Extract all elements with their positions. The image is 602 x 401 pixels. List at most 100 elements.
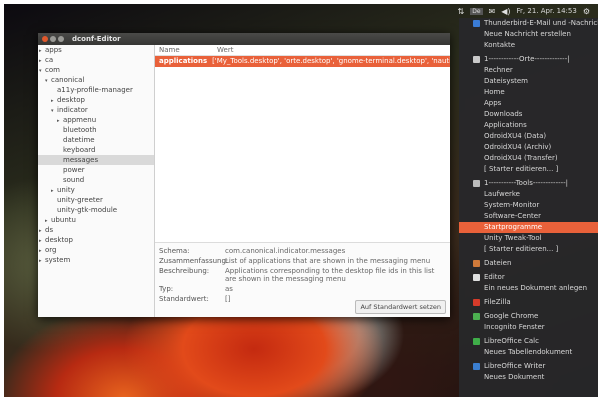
menu-item[interactable]: Startprogramme [459,222,598,233]
mail-icon[interactable]: ✉ [489,7,496,16]
menu-item-label: FileZilla [484,298,511,306]
menu-item[interactable]: Neues Dokument [459,372,598,383]
menu-item-label: Rechner [484,66,513,74]
menu-item-label: 1-----------Tools-------------| [484,179,569,187]
menu-item-label: Editor [484,273,505,281]
menu-item-label: Neue Nachricht erstellen [484,30,571,38]
gear-icon[interactable]: ⚙ [583,7,590,16]
column-name[interactable]: Name [155,45,217,55]
writer-icon [473,363,480,370]
clock[interactable]: Fr, 21. Apr. 14:53 [517,7,577,15]
key-panel: Name Wert applications ['My_Tools.deskto… [155,45,450,317]
schema-value: com.canonical.indicator.messages [225,247,346,255]
tree-item-canonical[interactable]: ▾ canonical [38,75,154,85]
tree-item-unity-greeter[interactable]: unity-greeter [38,195,154,205]
menu-item[interactable]: Rechner [459,65,598,76]
menu-item[interactable]: LibreOffice Calc [459,336,598,347]
menu-item[interactable]: Software-Center [459,211,598,222]
menu-item-label: Neues Dokument [484,373,545,381]
tree-item-sound[interactable]: sound [38,175,154,185]
menu-item[interactable]: Dateien [459,258,598,269]
tree-item-desktop[interactable]: ▸ desktop [38,95,154,105]
menu-item[interactable]: FileZilla [459,297,598,308]
tree-item-unity-gtk-module[interactable]: unity-gtk-module [38,205,154,215]
menu-item-label: Laufwerke [484,190,520,198]
tree-item-indicator[interactable]: ▾ indicator [38,105,154,115]
tree-item-bluetooth[interactable]: bluetooth [38,125,154,135]
dconf-editor-window: dconf-Editor ▸ apps ▸ ca ▾ com ▾ canonical a11y-… [38,33,450,317]
menu-item-label: OdroidXU4 (Archiv) [484,143,552,151]
tree-item-keyboard[interactable]: keyboard [38,145,154,155]
tree-item-messages[interactable]: messages [38,155,154,165]
volume-icon[interactable]: ◀) [501,7,510,16]
menu-item[interactable]: OdroidXU4 (Transfer) [459,153,598,164]
menu-item[interactable]: System-Monitor [459,200,598,211]
menu-item[interactable]: OdroidXU4 (Data) [459,131,598,142]
schema-label: Schema: [159,247,190,255]
menu-item-label: Unity Tweak-Tool [484,234,542,242]
tree-item-org[interactable]: ▸ org [38,245,154,255]
menu-item[interactable]: Home [459,87,598,98]
tree-item-a11y-profile-manager[interactable]: a11y-profile-manager [38,85,154,95]
menu-item-label: System-Monitor [484,201,540,209]
reset-default-button[interactable]: Auf Standardwert setzen [355,300,446,314]
monitor-icon [473,180,480,187]
tree-item-system[interactable]: ▸ system [38,255,154,265]
tree-item-ds[interactable]: ▸ ds [38,225,154,235]
menu-item-label: [ Starter editieren... ] [484,245,559,253]
menu-item-label: Thunderbird-E-Mail und -Nachrichten [484,19,598,27]
tree-item-label: ca [45,56,54,64]
maximize-icon[interactable] [58,36,64,42]
menu-item-label: Kontakte [484,41,516,49]
network-icon[interactable]: ⇅ [458,7,465,16]
menu-item[interactable]: Neue Nachricht erstellen [459,29,598,40]
menu-item[interactable]: Applications [459,120,598,131]
menu-item[interactable]: Neues Tabellendokument [459,347,598,358]
menu-item[interactable]: Kontakte [459,40,598,51]
menu-item[interactable]: Ein neues Dokument anlegen [459,283,598,294]
menu-item[interactable]: Editor [459,272,598,283]
tree-item-label: com [45,66,60,74]
menu-item[interactable]: Apps [459,98,598,109]
menu-item-label: LibreOffice Writer [484,362,546,370]
menu-item[interactable]: OdroidXU4 (Archiv) [459,142,598,153]
tree-item-label: canonical [51,76,85,84]
menu-item[interactable]: 1-----------Tools-------------| [459,178,598,189]
menu-item[interactable]: Dateisystem [459,76,598,87]
tree-item-apps[interactable]: ▸ apps [38,45,154,55]
keyboard-layout-icon[interactable]: De [470,7,483,15]
tree-item-power[interactable]: power [38,165,154,175]
tree-item-datetime[interactable]: datetime [38,135,154,145]
key-details: Schema: com.canonical.indicator.messages… [155,242,450,317]
tree-item-label: org [45,246,57,254]
menu-item[interactable]: [ Starter editieren... ] [459,164,598,175]
column-value[interactable]: Wert [217,45,233,55]
menu-item[interactable]: 1------------Orte-------------| [459,54,598,65]
menu-item[interactable]: Incognito Fenster [459,322,598,333]
tree-item-desktop[interactable]: ▸ desktop [38,235,154,245]
menu-item[interactable]: LibreOffice Writer [459,361,598,372]
menu-item[interactable]: Downloads [459,109,598,120]
close-icon[interactable] [42,36,48,42]
tree-item-ca[interactable]: ▸ ca [38,55,154,65]
tree-item-label: power [63,166,85,174]
tree-item-ubuntu[interactable]: ▸ ubuntu [38,215,154,225]
menu-item[interactable]: Unity Tweak-Tool [459,233,598,244]
tree-item-appmenu[interactable]: ▸ appmenu [38,115,154,125]
tree-item-label: desktop [57,96,85,104]
menu-item-label: Apps [484,99,502,107]
menu-item[interactable]: Google Chrome [459,311,598,322]
tree-item-label: messages [63,156,99,164]
tree-item-unity[interactable]: ▸ unity [38,185,154,195]
menu-item[interactable]: Thunderbird-E-Mail und -Nachrichten [459,18,598,29]
column-header: Name Wert [155,45,450,56]
top-panel: ⇅ De ✉ ◀) Fr, 21. Apr. 14:53 ⚙ [4,4,598,18]
menu-item[interactable]: Laufwerke [459,189,598,200]
summary-value: List of applications that are shown in t… [225,257,431,265]
key-row-selected[interactable]: applications ['My_Tools.desktop', 'orte.… [155,56,450,67]
tree-item-com[interactable]: ▾ com [38,65,154,75]
description-value: Applications corresponding to the deskto… [225,267,435,283]
minimize-icon[interactable] [50,36,56,42]
key-value[interactable]: ['My_Tools.desktop', 'orte.desktop', 'gn… [212,56,450,67]
menu-item[interactable]: [ Starter editieren... ] [459,244,598,255]
